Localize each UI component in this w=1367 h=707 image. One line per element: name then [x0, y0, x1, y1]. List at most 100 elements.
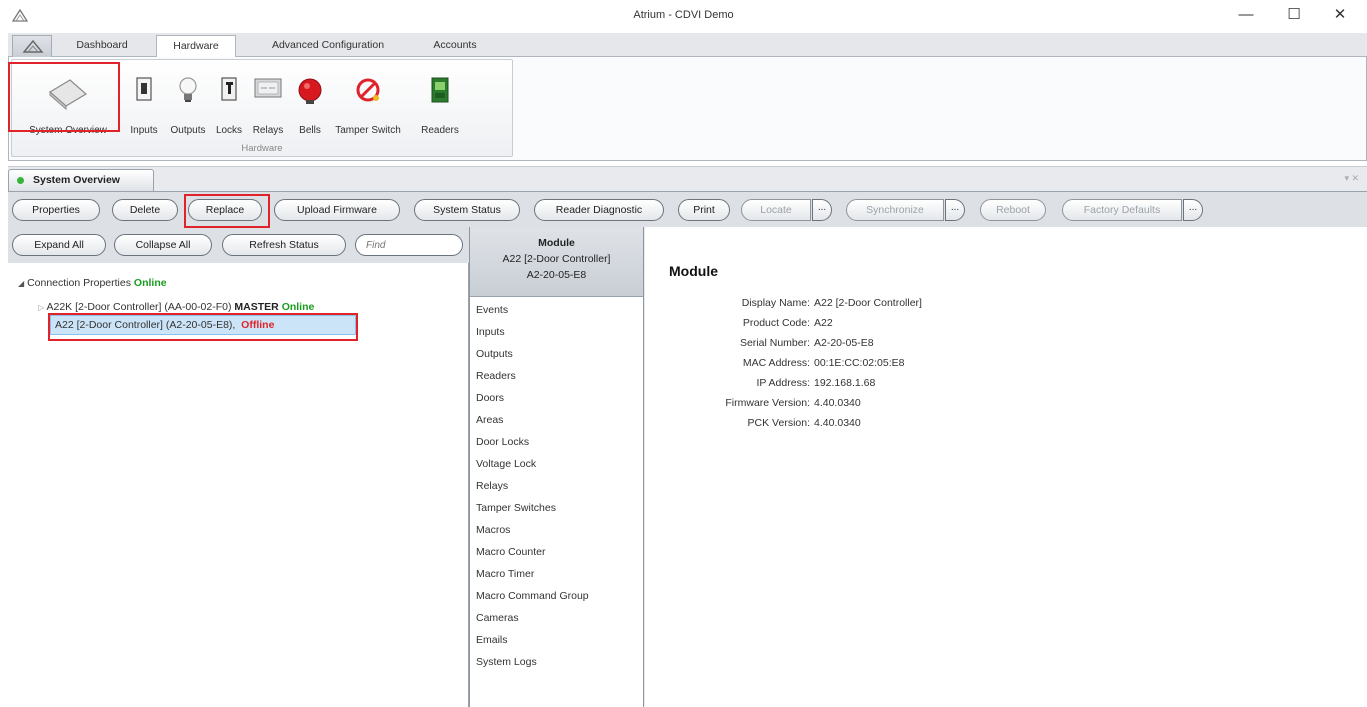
module-navigation-panel: Module A22 [2-Door Controller] A2-20-05-…	[469, 227, 644, 707]
system-overview-button[interactable]: System Overview	[14, 74, 122, 136]
module-header-title: Module	[538, 237, 575, 249]
find-input[interactable]	[355, 234, 463, 256]
outputs-label: Outputs	[170, 125, 206, 136]
detail-row: Display Name: A22 [2-Door Controller]	[645, 297, 1345, 317]
module-nav-item[interactable]: Macro Command Group	[470, 585, 643, 607]
module-nav-item[interactable]: Macros	[470, 519, 643, 541]
print-button[interactable]: Print	[678, 199, 730, 221]
module-nav-item[interactable]: Emails	[470, 629, 643, 651]
tab-advanced-configuration[interactable]: Advanced Configuration	[244, 35, 412, 57]
properties-button[interactable]: Properties	[12, 199, 100, 221]
tab-hardware[interactable]: Hardware	[156, 35, 236, 58]
tree-node-label: A22K [2-Door Controller] (AA-00-02-F0)	[46, 301, 232, 313]
detail-row: IP Address: 192.168.1.68	[645, 377, 1345, 397]
tree-node-connection-properties[interactable]: ◢ Connection Properties Online	[18, 277, 167, 289]
module-nav-item[interactable]: Areas	[470, 409, 643, 431]
detail-row: Firmware Version: 4.40.0340	[645, 397, 1345, 417]
module-nav-item[interactable]: Macro Counter	[470, 541, 643, 563]
atrium-logo-icon	[22, 39, 44, 53]
detail-key: Display Name:	[741, 297, 810, 309]
detail-row: Serial Number: A2-20-05-E8	[645, 337, 1345, 357]
module-nav-item[interactable]: Inputs	[470, 321, 643, 343]
outputs-button[interactable]: Outputs	[166, 74, 210, 136]
system-overview-label: System Overview	[29, 125, 107, 136]
device-tree: ◢ Connection Properties Online ▷ A22K [2…	[8, 263, 468, 707]
detail-key: IP Address:	[756, 377, 810, 389]
tab-dashboard[interactable]: Dashboard	[60, 35, 144, 57]
module-details-panel: Module Display Name: A22 [2-Door Controll…	[645, 227, 1367, 707]
system-status-button[interactable]: System Status	[414, 199, 520, 221]
detail-value: A2-20-05-E8	[814, 337, 874, 349]
tree-toolbar: Expand All Collapse All Refresh Status	[8, 227, 469, 263]
module-item-list: Events Inputs Outputs Readers Doors Areas Door…	[470, 299, 643, 673]
inputs-button[interactable]: Inputs	[126, 74, 162, 136]
tab-accounts[interactable]: Accounts	[418, 35, 492, 57]
delete-button[interactable]: Delete	[112, 199, 178, 221]
bell-icon	[298, 78, 322, 104]
locate-button[interactable]: Locate	[741, 199, 811, 221]
relays-button[interactable]: Relays	[248, 74, 288, 136]
factory-defaults-dropdown-button[interactable]: ...	[1183, 199, 1203, 221]
module-nav-item[interactable]: Cameras	[470, 607, 643, 629]
module-nav-item[interactable]: System Logs	[470, 651, 643, 673]
detail-value: 4.40.0340	[814, 397, 861, 409]
module-nav-item[interactable]: Events	[470, 299, 643, 321]
readers-button[interactable]: Readers	[408, 74, 512, 136]
tree-node-a22k-master[interactable]: ▷ A22K [2-Door Controller] (AA-00-02-F0)…	[38, 301, 314, 313]
replace-button[interactable]: Replace	[188, 199, 262, 221]
maximize-button[interactable]: ☐	[1274, 4, 1314, 28]
module-header-name: A22 [2-Door Controller]	[502, 253, 611, 265]
system-overview-icon	[48, 79, 88, 110]
lightbulb-icon	[179, 77, 197, 102]
module-nav-item[interactable]: Voltage Lock	[470, 453, 643, 475]
detail-row: PCK Version: 4.40.0340	[645, 417, 1345, 437]
detail-value: A22	[814, 317, 833, 329]
upload-firmware-button[interactable]: Upload Firmware	[274, 199, 400, 221]
module-nav-item[interactable]: Door Locks	[470, 431, 643, 453]
document-area: System Overview ▾ ✕ Properties Delete Re…	[8, 166, 1367, 707]
expand-all-button[interactable]: Expand All	[12, 234, 106, 256]
ribbon-tab-bar: Dashboard Hardware Advanced Configuratio…	[8, 33, 1367, 58]
module-nav-item[interactable]: Tamper Switches	[470, 497, 643, 519]
refresh-status-button[interactable]: Refresh Status	[222, 234, 346, 256]
module-nav-item[interactable]: Readers	[470, 365, 643, 387]
reboot-button[interactable]: Reboot	[980, 199, 1046, 221]
synchronize-dropdown-button[interactable]: ...	[945, 199, 965, 221]
expand-triangle-icon[interactable]: ▷	[38, 303, 44, 312]
status-online: Online	[133, 277, 167, 289]
locate-dropdown-button[interactable]: ...	[812, 199, 832, 221]
module-nav-item[interactable]: Doors	[470, 387, 643, 409]
collapse-triangle-icon[interactable]: ◢	[18, 279, 24, 288]
module-nav-item[interactable]: Relays	[470, 475, 643, 497]
module-nav-item[interactable]: Outputs	[470, 343, 643, 365]
reader-diagnostic-button[interactable]: Reader Diagnostic	[534, 199, 664, 221]
tree-node-label: A22 [2-Door Controller] (A2-20-05-E8),	[55, 319, 236, 331]
detail-row: MAC Address: 00:1E:CC:02:05:E8	[645, 357, 1345, 377]
detail-row: Product Code: A22	[645, 317, 1345, 337]
title-bar: Atrium - CDVI Demo — ☐ ✕	[0, 0, 1367, 33]
detail-key: MAC Address:	[742, 357, 810, 369]
collapse-all-button[interactable]: Collapse All	[114, 234, 212, 256]
tab-system-overview[interactable]: System Overview	[8, 169, 154, 191]
tree-node-label: Connection Properties	[27, 277, 131, 289]
pin-close-icon[interactable]: ▾ ✕	[1344, 173, 1359, 184]
hardware-group: System Overview Inputs Outputs Locks Rel…	[11, 59, 513, 157]
detail-key: Firmware Version:	[725, 397, 810, 409]
minimize-button[interactable]: —	[1226, 4, 1266, 28]
factory-defaults-button[interactable]: Factory Defaults	[1062, 199, 1182, 221]
relay-icon	[254, 78, 282, 98]
tamper-switch-button[interactable]: Tamper Switch	[330, 74, 406, 136]
synchronize-button[interactable]: Synchronize	[846, 199, 944, 221]
application-menu-button[interactable]	[12, 35, 52, 57]
detail-value: 4.40.0340	[814, 417, 861, 429]
readers-label: Readers	[421, 125, 459, 136]
reader-icon	[431, 77, 449, 103]
close-button[interactable]: ✕	[1320, 4, 1360, 28]
ribbon-group-label: Hardware	[241, 143, 283, 154]
detail-value: 192.168.1.68	[814, 377, 876, 389]
details-title: Module	[669, 263, 718, 279]
module-nav-item[interactable]: Macro Timer	[470, 563, 643, 585]
bells-button[interactable]: Bells	[292, 74, 328, 136]
tree-node-a22-selected[interactable]: A22 [2-Door Controller] (A2-20-05-E8), O…	[50, 315, 356, 335]
locks-button[interactable]: Locks	[212, 74, 246, 136]
